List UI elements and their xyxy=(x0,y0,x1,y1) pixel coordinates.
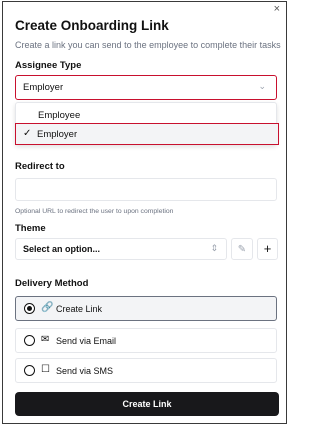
delivery-label: Send via SMS xyxy=(56,366,114,376)
check-icon: ✓ xyxy=(23,128,32,139)
option-employer[interactable]: ✓ Employer xyxy=(15,123,279,145)
delivery-option-email[interactable]: ✉ Send via Email xyxy=(15,328,277,353)
dialog: × Create Onboarding Link Create a link y… xyxy=(2,1,287,424)
delivery-option-create-link[interactable]: 🔗 Create Link xyxy=(15,296,277,321)
delivery-method-label: Delivery Method xyxy=(15,278,89,289)
radio-selected[interactable] xyxy=(24,303,35,314)
create-link-button[interactable]: Create Link xyxy=(15,392,279,416)
assignee-type-value: Employer xyxy=(23,82,64,93)
edit-theme-button[interactable]: ✎ xyxy=(231,238,253,260)
link-icon: 🔗 xyxy=(41,302,54,313)
theme-select[interactable]: Select an option... ⇕ xyxy=(15,238,227,260)
redirect-hint: Optional URL to redirect the user to upo… xyxy=(15,208,174,215)
redirect-label: Redirect to xyxy=(15,161,65,172)
mail-icon: ✉ xyxy=(41,334,50,345)
theme-label: Theme xyxy=(15,223,46,234)
dialog-subtitle: Create a link you can send to the employ… xyxy=(15,40,281,50)
chevron-down-icon: ⌄ xyxy=(258,81,266,91)
delivery-label: Create Link xyxy=(56,304,103,314)
plus-icon: + xyxy=(263,241,272,256)
dialog-title: Create Onboarding Link xyxy=(15,18,169,33)
updown-icon: ⇕ xyxy=(210,243,218,253)
option-label: Employee xyxy=(38,110,81,121)
delivery-option-sms[interactable]: ☐ Send via SMS xyxy=(15,358,277,383)
message-icon: ☐ xyxy=(41,364,50,375)
close-icon[interactable]: × xyxy=(274,4,280,15)
assignee-type-dropdown: Employee ✓ Employer xyxy=(15,102,279,145)
assignee-type-label: Assignee Type xyxy=(15,60,82,71)
add-theme-button[interactable]: + xyxy=(257,238,278,260)
theme-placeholder: Select an option... xyxy=(23,244,101,254)
option-label: Employer xyxy=(37,129,78,140)
radio[interactable] xyxy=(24,335,35,346)
pencil-icon: ✎ xyxy=(237,244,247,255)
option-employee[interactable]: Employee xyxy=(16,105,278,125)
assignee-type-select[interactable]: Employer ⌄ xyxy=(15,75,277,100)
radio[interactable] xyxy=(24,365,35,376)
delivery-label: Send via Email xyxy=(56,336,117,346)
redirect-url-input[interactable] xyxy=(15,178,277,201)
